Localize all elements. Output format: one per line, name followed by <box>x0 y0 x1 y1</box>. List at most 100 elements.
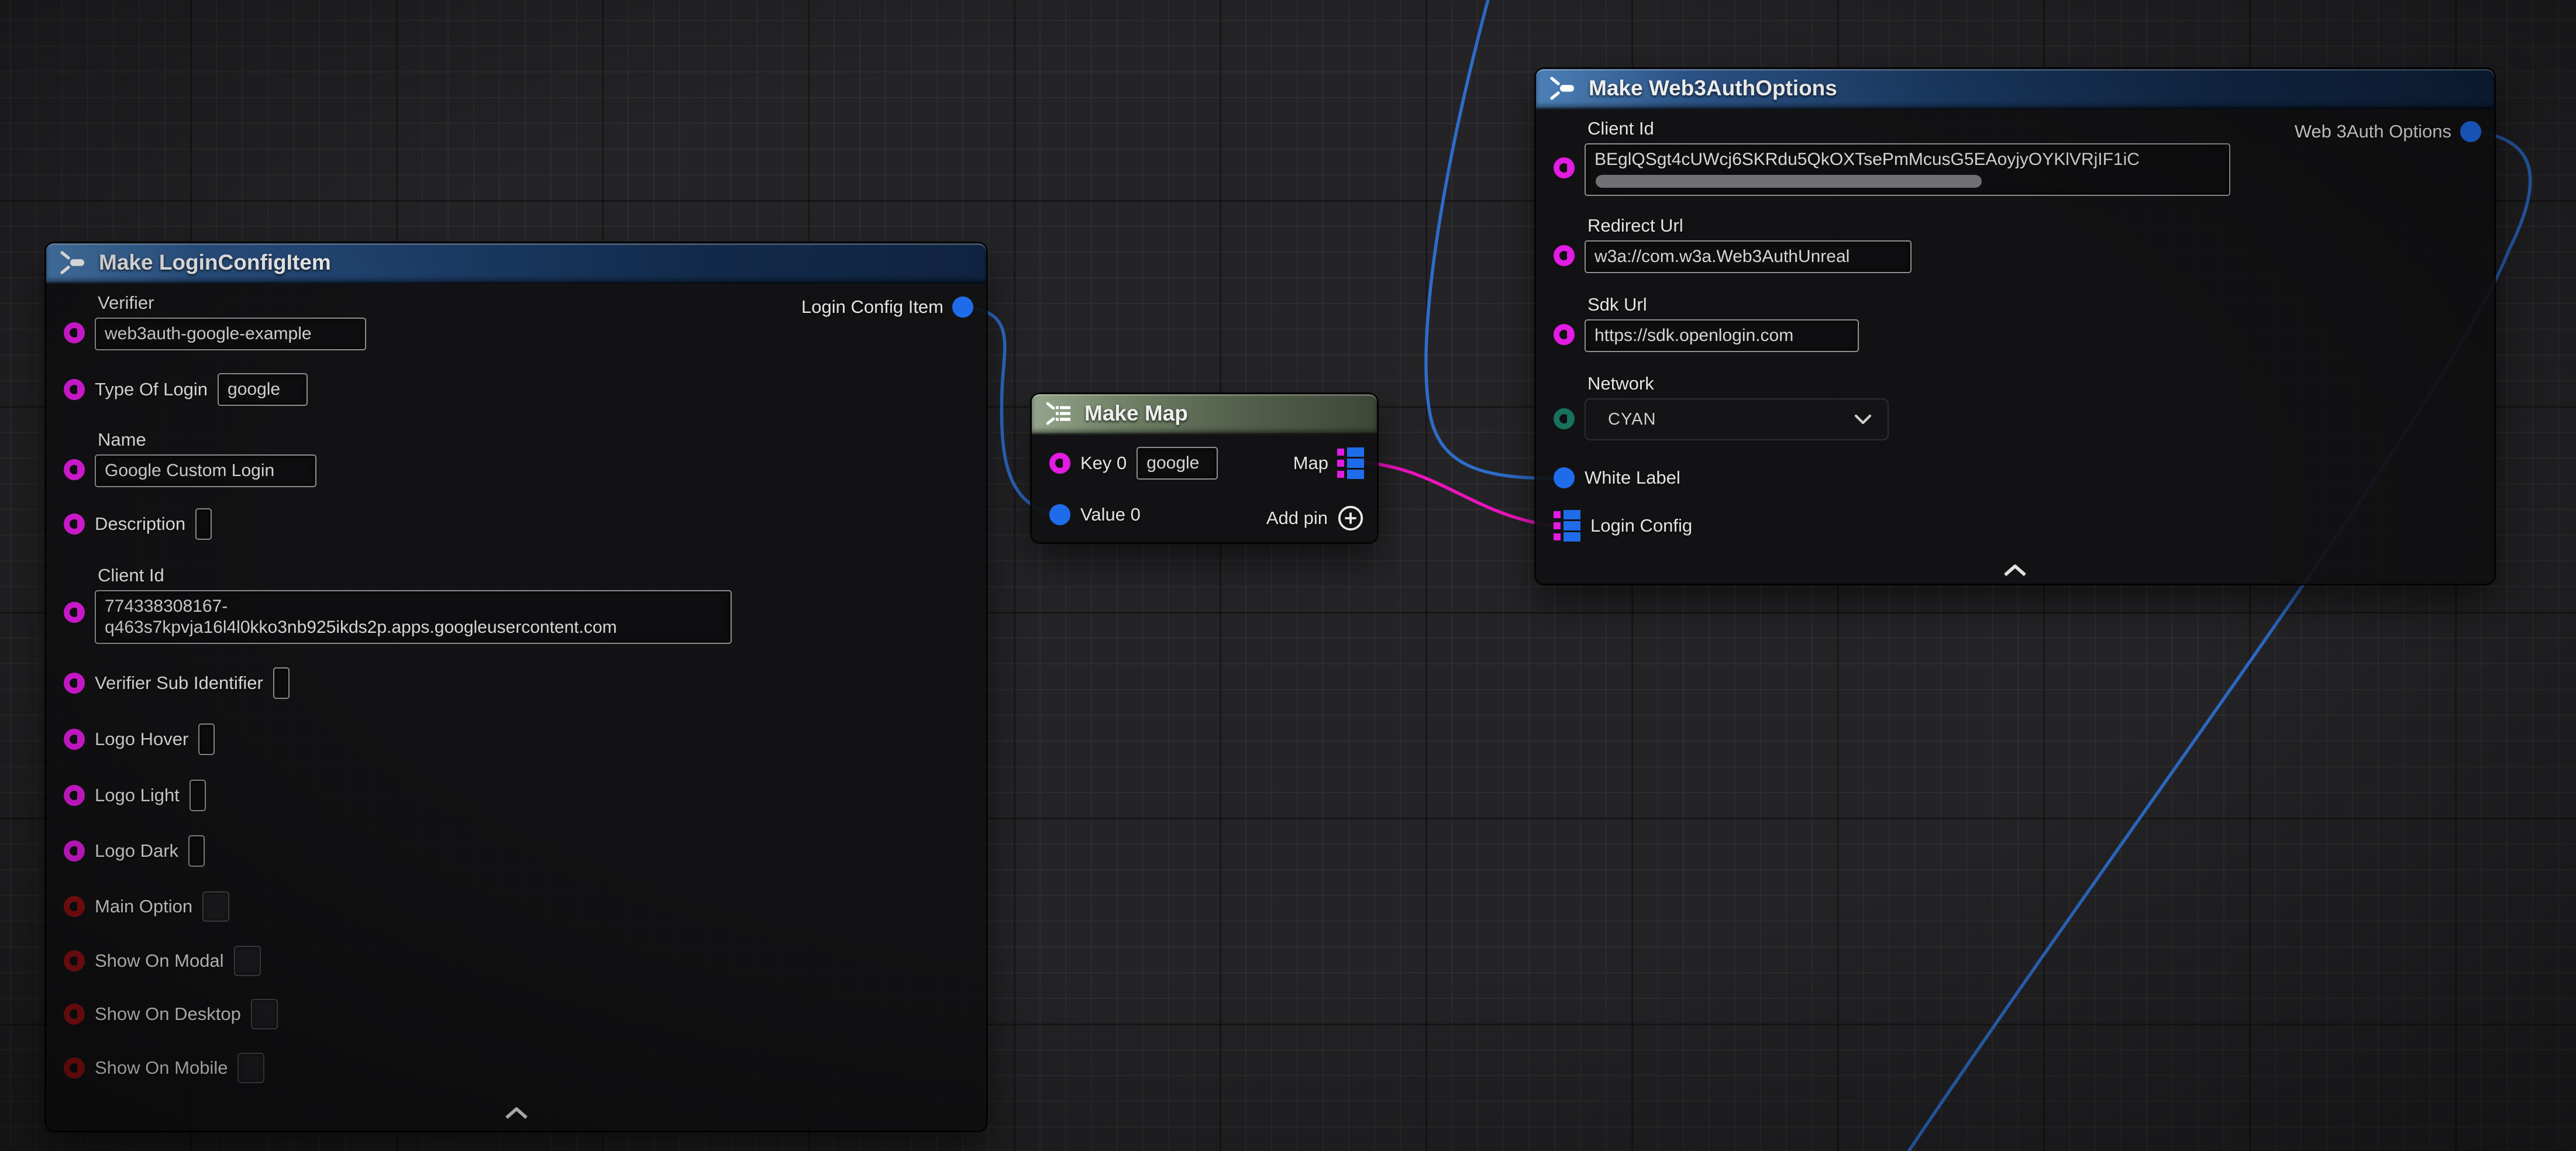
pin-client-id[interactable] <box>1554 157 1575 178</box>
output-row-map: Map <box>1293 447 1364 480</box>
verifier-input[interactable]: web3auth-google-example <box>95 318 366 350</box>
field-label: Network <box>1587 373 1889 394</box>
logo-hover-input[interactable] <box>198 723 215 755</box>
pin-verifier-sub-identifier[interactable] <box>64 673 85 694</box>
show-on-mobile-checkbox[interactable] <box>237 1053 264 1083</box>
node-make-web3authoptions[interactable]: Make Web3AuthOptions Web 3Auth Options C… <box>1536 69 2494 584</box>
pin-sdk-url[interactable] <box>1554 324 1575 345</box>
field-label: Logo Hover <box>95 729 188 750</box>
type-of-login-input[interactable]: google <box>218 373 308 406</box>
node-make-loginconfigitem-header[interactable]: Make LoginConfigItem <box>46 243 986 284</box>
blueprint-graph-canvas[interactable]: Make LoginConfigItem Login Config Item V… <box>0 0 2576 1151</box>
row-description: Description <box>64 508 212 540</box>
node-title: Make LoginConfigItem <box>99 250 331 275</box>
pin-main-option[interactable] <box>64 896 85 917</box>
row-logo-hover: Logo Hover <box>64 723 215 755</box>
field-label: Sdk Url <box>1587 294 1859 315</box>
network-dropdown[interactable]: CYAN <box>1585 398 1889 440</box>
pin-name[interactable] <box>64 459 85 480</box>
pin-type-of-login[interactable] <box>64 379 85 400</box>
pin-logo-hover[interactable] <box>64 729 85 750</box>
map-pin-icon[interactable] <box>1337 447 1364 480</box>
show-on-desktop-checkbox[interactable] <box>251 999 278 1029</box>
logo-light-input[interactable] <box>190 780 206 811</box>
row-value-0: Value 0 <box>1049 504 1141 525</box>
field-label: Description <box>95 514 185 535</box>
node-make-map[interactable]: Make Map Key 0 google Value 0 Map Add pi… <box>1032 394 1377 542</box>
pin-show-on-mobile[interactable] <box>64 1057 85 1078</box>
field-label: Main Option <box>95 896 192 917</box>
output-label: Web 3Auth Options <box>2295 121 2451 142</box>
chevron-down-icon <box>1854 413 1872 425</box>
show-on-modal-checkbox[interactable] <box>234 946 261 976</box>
node-title: Make Map <box>1084 401 1188 426</box>
pin-show-on-modal[interactable] <box>64 950 85 971</box>
name-input[interactable]: Google Custom Login <box>95 454 316 487</box>
field-label: Redirect Url <box>1587 215 1912 236</box>
field-label: Logo Light <box>95 785 180 806</box>
field-label: Verifier Sub Identifier <box>95 673 263 694</box>
pin-value-0[interactable] <box>1049 504 1070 525</box>
make-map-icon <box>1045 401 1074 426</box>
map-pin-icon[interactable] <box>1554 509 1580 542</box>
pin-description[interactable] <box>64 514 85 535</box>
output-label: Map <box>1293 453 1328 474</box>
row-sdk-url: Sdk Url https://sdk.openlogin.com <box>1554 294 1859 352</box>
field-label: Type Of Login <box>95 379 208 400</box>
add-pin-row: Add pin <box>1266 505 1364 532</box>
node-make-web3authoptions-header[interactable]: Make Web3AuthOptions <box>1536 69 2494 109</box>
wire-map-to-login-config[interactable] <box>1361 462 1554 526</box>
field-label: Logo Dark <box>95 840 178 861</box>
client-id-input[interactable]: 774338308167- q463s7kpvja16l4l0kko3nb925… <box>95 590 732 644</box>
field-label: Client Id <box>98 565 732 586</box>
row-network: Network CYAN <box>1554 373 1889 440</box>
pin-redirect-url[interactable] <box>1554 245 1575 266</box>
row-show-on-modal: Show On Modal <box>64 946 261 976</box>
collapse-node-button[interactable] <box>503 1106 530 1120</box>
pin-white-label[interactable] <box>1554 467 1575 488</box>
redirect-url-input[interactable]: w3a://com.w3a.Web3AuthUnreal <box>1585 240 1912 273</box>
pin-logo-light[interactable] <box>64 785 85 806</box>
pin-show-on-desktop[interactable] <box>64 1004 85 1025</box>
field-label: Show On Desktop <box>95 1004 241 1025</box>
key-0-input[interactable]: google <box>1137 447 1218 480</box>
row-verifier: Verifier web3auth-google-example <box>64 292 366 350</box>
chevron-up-icon <box>503 1106 530 1120</box>
pin-network[interactable] <box>1554 408 1575 429</box>
row-redirect-url: Redirect Url w3a://com.w3a.Web3AuthUnrea… <box>1554 215 1912 273</box>
pin-key-0[interactable] <box>1049 453 1070 474</box>
verifier-sub-identifier-input[interactable] <box>273 667 290 699</box>
make-struct-icon <box>59 250 88 275</box>
client-id-input[interactable]: BEglQSgt4cUWcj6SKRdu5QkOXTsePmMcusG5EAoy… <box>1585 143 2230 196</box>
sdk-url-input[interactable]: https://sdk.openlogin.com <box>1585 319 1859 352</box>
client-id-line1: 774338308167- <box>105 596 722 617</box>
collapse-node-button[interactable] <box>2002 563 2029 577</box>
pin-logo-dark[interactable] <box>64 840 85 861</box>
row-client-id: Client Id 774338308167- q463s7kpvja16l4l… <box>64 565 732 644</box>
node-make-map-header[interactable]: Make Map <box>1032 394 1377 435</box>
row-logo-dark: Logo Dark <box>64 835 205 867</box>
description-input[interactable] <box>195 508 212 540</box>
pin-web3auth-options-output[interactable] <box>2460 121 2481 142</box>
chevron-up-icon <box>2002 563 2029 577</box>
field-label: Verifier <box>98 292 366 313</box>
client-id-line2: q463s7kpvja16l4l0kko3nb925ikds2p.apps.go… <box>105 617 722 638</box>
main-option-checkbox[interactable] <box>202 891 229 922</box>
output-label: Login Config Item <box>801 297 943 318</box>
row-show-on-desktop: Show On Desktop <box>64 999 278 1029</box>
pin-client-id[interactable] <box>64 602 85 623</box>
logo-dark-input[interactable] <box>188 835 205 867</box>
field-label: Login Config <box>1590 515 1692 536</box>
add-pin-icon[interactable] <box>1337 505 1364 532</box>
row-login-config: Login Config <box>1554 509 1692 542</box>
add-pin-label: Add pin <box>1266 508 1328 529</box>
row-logo-light: Logo Light <box>64 780 206 811</box>
pin-verifier[interactable] <box>64 322 85 343</box>
pin-login-config-item-output[interactable] <box>952 297 973 318</box>
output-row-web3auth-options: Web 3Auth Options <box>2295 121 2481 142</box>
node-title: Make Web3AuthOptions <box>1589 76 1837 101</box>
node-make-loginconfigitem[interactable]: Make LoginConfigItem Login Config Item V… <box>46 243 986 1131</box>
row-name: Name Google Custom Login <box>64 429 316 487</box>
field-label: Client Id <box>1587 118 2230 139</box>
horizontal-scrollbar[interactable] <box>1596 175 1982 188</box>
